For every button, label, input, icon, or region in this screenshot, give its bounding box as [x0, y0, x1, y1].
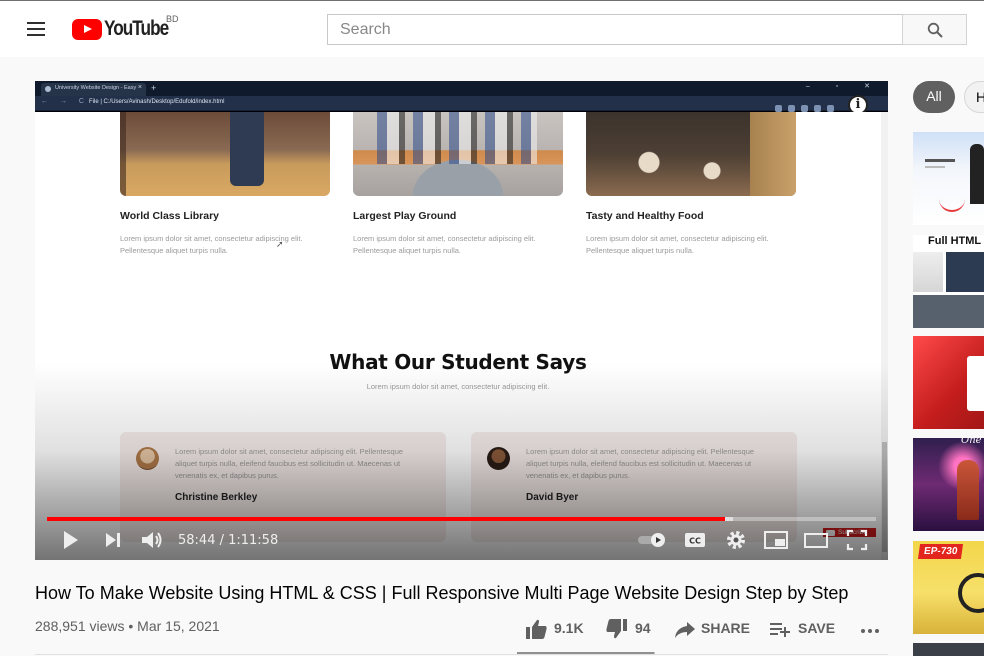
recorded-browser-tab: University Website Design - Easy ×	[41, 83, 146, 96]
thumbnail-graphic	[913, 252, 943, 292]
thumbnail-graphic	[925, 159, 955, 162]
like-count: 9.1K	[554, 620, 584, 636]
tab-close-icon: ×	[137, 84, 142, 91]
section-title: What Our Student Says	[329, 350, 587, 374]
volume-button[interactable]	[139, 528, 165, 552]
thumbnail-graphic	[946, 252, 984, 292]
testimonial-name: David Byer	[526, 492, 579, 503]
testimonial-quote: Lorem ipsum dolor sit amet, consectetur …	[175, 447, 404, 480]
captions-button[interactable]: CC	[683, 528, 707, 552]
more-horizontal-icon	[861, 629, 879, 633]
playground-photo	[353, 112, 563, 196]
progress-played	[47, 517, 726, 521]
svg-text:CC: CC	[689, 537, 701, 546]
thumbnail-graphic	[939, 190, 965, 212]
recorded-tab-title: University Website Design - Easy	[55, 85, 137, 91]
autoplay-toggle[interactable]	[636, 528, 668, 552]
thumbnail-graphic	[925, 166, 945, 168]
thumbnail-graphic	[957, 460, 979, 520]
thumbs-up-icon	[526, 619, 547, 639]
fullscreen-button[interactable]	[845, 528, 869, 552]
section-subtitle: Lorem ipsum dolor sit amet, consectetur …	[366, 382, 550, 391]
logo-text: YouTube	[104, 17, 169, 40]
miniplayer-button[interactable]	[763, 528, 789, 552]
dislike-count: 94	[635, 620, 651, 636]
new-tab-icon: +	[151, 83, 157, 93]
thumbnail-graphic	[913, 295, 984, 328]
feature-description: Lorem ipsum dolor sit amet, consectetur …	[353, 234, 536, 255]
share-icon	[675, 622, 695, 638]
volume-icon	[142, 532, 162, 548]
search-icon	[927, 22, 943, 38]
food-photo	[586, 112, 796, 196]
mouse-cursor-icon: ➚	[276, 239, 284, 249]
recorded-browser-tabbar: University Website Design - Easy × + – ▫…	[35, 81, 888, 96]
video-title: How To Make Website Using HTML & CSS | F…	[35, 583, 849, 603]
thumbnail-graphic	[970, 144, 984, 204]
avatar	[136, 447, 159, 470]
library-photo	[120, 112, 330, 196]
chip-all[interactable]: All	[913, 81, 955, 113]
thumbnail-text: One	[961, 438, 982, 446]
video-player[interactable]: University Website Design - Easy × + – ▫…	[35, 81, 888, 560]
feature-title: Tasty and Healthy Food	[586, 210, 704, 222]
sidebar-thumbnail[interactable]: Full HTML	[913, 235, 984, 328]
feature-title: Largest Play Ground	[353, 210, 457, 222]
thumbnail-graphic	[958, 573, 984, 613]
sidebar-thumbnail[interactable]	[913, 132, 984, 225]
settings-button[interactable]	[724, 528, 748, 552]
thumbs-down-icon	[606, 619, 627, 639]
autoplay-icon	[638, 533, 665, 547]
feature-title: World Class Library	[120, 210, 220, 222]
save-label: SAVE	[798, 620, 836, 636]
sidebar-thumbnail[interactable]	[913, 643, 984, 656]
views-and-date: 288,951 views • Mar 15, 2021	[35, 618, 220, 634]
window-controls: – ▫ ✕	[805, 83, 882, 90]
miniplayer-icon	[764, 531, 788, 549]
gear-icon	[727, 531, 745, 549]
theater-mode-button[interactable]	[803, 528, 829, 552]
divider	[35, 654, 888, 655]
recorded-webpage: World Class Library Largest Play Ground …	[35, 112, 888, 560]
thumbnail-text: EP-730	[917, 544, 964, 559]
play-button[interactable]	[58, 528, 82, 552]
country-code: BD	[166, 14, 179, 24]
thumbnail-graphic	[967, 356, 984, 411]
feature-description: Lorem ipsum dolor sit amet, consectetur …	[120, 234, 303, 255]
sidebar-thumbnail[interactable]: One	[913, 438, 984, 531]
next-icon	[106, 533, 120, 547]
recorded-url: File | C:/Users/Avinash/Desktop/Edufold/…	[89, 99, 225, 105]
masthead: YouTube BD Search	[0, 0, 984, 57]
testimonial-quote: Lorem ipsum dolor sit amet, consectetur …	[526, 447, 755, 480]
favicon-icon	[45, 86, 51, 92]
menu-icon[interactable]	[22, 18, 50, 42]
testimonial-name: Christine Berkley	[175, 492, 258, 503]
play-icon	[64, 531, 78, 549]
testimonial-card: Lorem ipsum dolor sit amet, consectetur …	[120, 432, 446, 542]
recorded-browser-urlbar: ← → C File | C:/Users/Avinash/Desktop/Ed…	[35, 96, 888, 112]
fullscreen-icon	[846, 529, 868, 551]
sidebar-thumbnail[interactable]: EP-730	[913, 541, 984, 634]
search-input[interactable]: Search	[327, 14, 903, 45]
playlist-add-icon	[770, 623, 790, 637]
feature-description: Lorem ipsum dolor sit amet, consectetur …	[586, 234, 769, 255]
next-button[interactable]	[101, 528, 125, 552]
recorded-scrollbar	[881, 112, 888, 560]
share-label: SHARE	[701, 620, 751, 636]
theater-icon	[804, 533, 828, 548]
browser-nav-icons: ← → C	[41, 98, 89, 105]
thumbnail-text: Full HTML	[928, 235, 982, 247]
chip-next[interactable]: H	[964, 81, 984, 113]
progress-bar[interactable]	[47, 517, 876, 521]
time-display: 58:44 / 1:11:58	[178, 533, 279, 548]
search-button[interactable]	[902, 14, 967, 45]
testimonial-card: Lorem ipsum dolor sit amet, consectetur …	[471, 432, 797, 542]
sidebar-thumbnail[interactable]	[913, 336, 984, 429]
avatar	[487, 447, 510, 470]
captions-icon: CC	[685, 533, 705, 547]
youtube-play-icon	[72, 19, 102, 40]
